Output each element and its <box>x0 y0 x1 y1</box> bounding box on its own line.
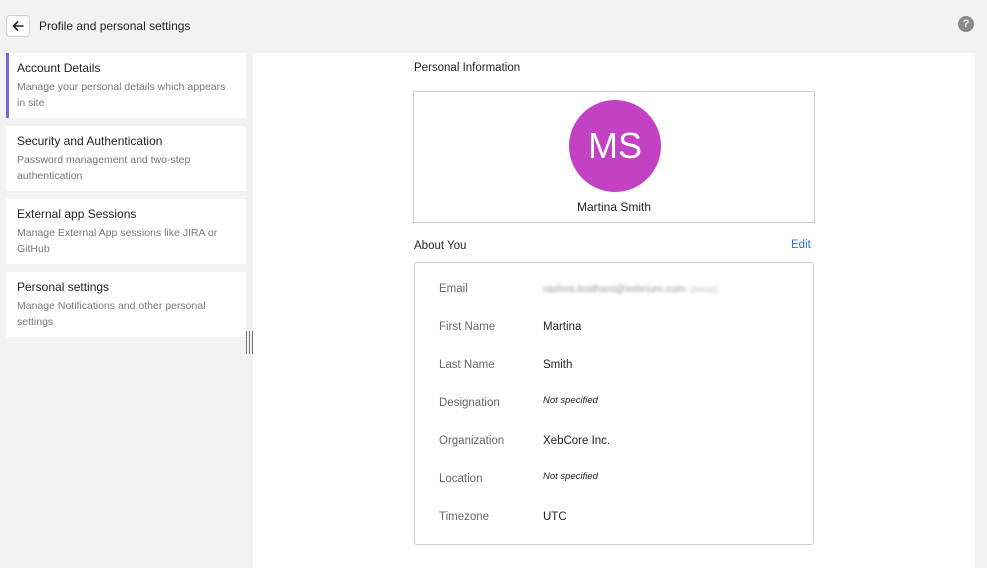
edit-link[interactable]: Edit <box>791 239 811 251</box>
field-row-designation: Designation Not specified <box>439 395 799 415</box>
sidebar-item-description: Manage External App sessions like JIRA o… <box>17 227 218 255</box>
sidebar-item-description: Password management and two-step authent… <box>17 154 191 182</box>
field-value: Not specified <box>543 471 598 482</box>
sidebar-item-title: Security and Authentication <box>17 134 163 148</box>
top-bar: Profile and personal settings ? <box>0 0 987 52</box>
field-label: First Name <box>439 321 496 333</box>
field-label: Timezone <box>439 511 490 523</box>
back-button[interactable] <box>6 15 30 37</box>
sidebar-item-title: Personal settings <box>17 280 110 294</box>
email-text: rashmi.bodhani@xebrium.com <box>543 283 686 295</box>
role-badge: (Admin) <box>689 285 718 294</box>
sidebar-item-title: Account Details <box>17 61 101 75</box>
panel-resize-handle[interactable] <box>246 331 253 354</box>
about-you-card: Email rashmi.bodhani@xebrium.com (Admin) … <box>414 262 814 545</box>
sidebar-item-description: Manage Notifications and other personal … <box>17 300 206 328</box>
field-value: UTC <box>543 511 567 523</box>
sidebar-item-security[interactable]: Security and Authentication Password man… <box>6 126 246 191</box>
field-label: Last Name <box>439 359 495 371</box>
personal-information-card: MS Martina Smith <box>413 91 815 223</box>
field-row-organization: Organization XebCore Inc. <box>439 435 799 453</box>
field-label: Organization <box>439 435 505 447</box>
question-circle-icon[interactable]: ? <box>958 16 974 32</box>
field-row-email: Email rashmi.bodhani@xebrium.com (Admin) <box>439 283 799 301</box>
personal-information-heading: Personal Information <box>414 62 521 74</box>
sidebar-item-description: Manage your personal details which appea… <box>17 81 226 109</box>
profile-name: Martina Smith <box>576 200 652 214</box>
field-value: Martina <box>543 321 582 333</box>
field-value: XebCore Inc. <box>543 435 611 447</box>
main-panel: Personal Information MS Martina Smith Ab… <box>253 53 975 568</box>
sidebar-item-personal-settings[interactable]: Personal settings Manage Notifications a… <box>6 272 246 337</box>
field-value: Not specified <box>543 395 598 406</box>
field-row-first-name: First Name Martina <box>439 321 799 339</box>
page-title: Profile and personal settings <box>39 19 191 33</box>
field-label: Email <box>439 283 468 295</box>
field-row-location: Location Not specified <box>439 471 799 491</box>
about-you-heading: About You <box>414 240 467 252</box>
sidebar-item-title: External app Sessions <box>17 207 137 221</box>
sidebar: Account Details Manage your personal det… <box>6 53 246 345</box>
field-value: Smith <box>543 359 573 371</box>
arrow-left-icon <box>12 21 24 31</box>
field-row-last-name: Last Name Smith <box>439 359 799 377</box>
field-label: Designation <box>439 397 500 409</box>
sidebar-item-external-sessions[interactable]: External app Sessions Manage External Ap… <box>6 199 246 264</box>
avatar: MS <box>569 100 661 192</box>
email-value: rashmi.bodhani@xebrium.com (Admin) <box>543 283 718 295</box>
field-row-timezone: Timezone UTC <box>439 511 799 529</box>
sidebar-item-account-details[interactable]: Account Details Manage your personal det… <box>6 53 246 118</box>
field-label: Location <box>439 473 483 485</box>
